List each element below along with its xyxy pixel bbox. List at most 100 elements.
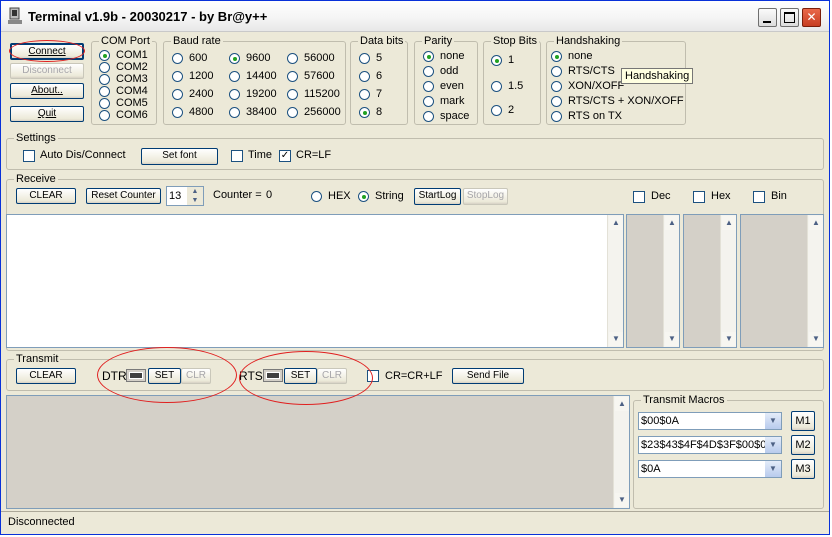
- receive-text-area[interactable]: ▲ ▼: [6, 214, 624, 348]
- hex-scrollbar[interactable]: ▲ ▼: [720, 215, 736, 347]
- auto-disconnect-checkbox[interactable]: [23, 150, 35, 162]
- parity-radio-3[interactable]: [423, 96, 434, 107]
- bin-scrollbar[interactable]: ▲ ▼: [807, 215, 823, 347]
- baud-radio-5[interactable]: [229, 71, 240, 82]
- string-radio[interactable]: [358, 191, 369, 202]
- disconnect-button[interactable]: Disconnect: [10, 63, 84, 79]
- com-radio-3[interactable]: [99, 86, 110, 97]
- baud-radio-11[interactable]: [287, 107, 298, 118]
- rts-set-button[interactable]: SET: [284, 368, 317, 384]
- databits-radio-2[interactable]: [359, 89, 370, 100]
- hex-radio[interactable]: [311, 191, 322, 202]
- transmit-clear-button[interactable]: CLEAR: [16, 368, 76, 384]
- start-log-button[interactable]: StartLog: [414, 188, 461, 205]
- baud-radio-7[interactable]: [229, 107, 240, 118]
- scroll-up-icon[interactable]: ▲: [665, 216, 679, 230]
- dec-scrollbar[interactable]: ▲ ▼: [663, 215, 679, 347]
- terminal-window: Terminal v1.9b - 20030217 - by Br@y++ Co…: [0, 0, 830, 535]
- baud-radio-4[interactable]: [229, 53, 240, 64]
- stopbits-radio-0[interactable]: [491, 55, 502, 66]
- parity-radio-label-1: odd: [440, 65, 459, 77]
- cr-crlf-checkbox[interactable]: [367, 370, 379, 382]
- baud-radio-6[interactable]: [229, 89, 240, 100]
- scroll-down-icon[interactable]: ▼: [722, 332, 736, 346]
- macro-3-button[interactable]: M3: [791, 459, 815, 479]
- title-bar[interactable]: Terminal v1.9b - 20030217 - by Br@y++: [1, 1, 829, 32]
- maximize-button[interactable]: [780, 8, 799, 27]
- baud-radio-10[interactable]: [287, 89, 298, 100]
- scroll-up-icon[interactable]: ▲: [809, 216, 823, 230]
- parity-radio-4[interactable]: [423, 111, 434, 122]
- scroll-up-icon[interactable]: ▲: [609, 216, 623, 230]
- databits-radio-3[interactable]: [359, 107, 370, 118]
- com-radio-4[interactable]: [99, 98, 110, 109]
- handshaking-radio-1[interactable]: [551, 66, 562, 77]
- parity-radio-label-2: even: [440, 80, 464, 92]
- receive-clear-button[interactable]: CLEAR: [16, 188, 76, 204]
- connect-button[interactable]: Connect: [10, 43, 84, 60]
- scroll-up-icon[interactable]: ▲: [615, 397, 629, 411]
- parity-radio-1[interactable]: [423, 66, 434, 77]
- hex-view-pane[interactable]: ▲ ▼: [683, 214, 737, 348]
- rts-clr-button[interactable]: CLR: [317, 368, 347, 384]
- handshaking-radio-0[interactable]: [551, 51, 562, 62]
- com-radio-5[interactable]: [99, 110, 110, 121]
- macro-2-select[interactable]: $23$43$4F$4D$3F$00$0 ▼: [638, 436, 782, 454]
- rts-label: RTS: [239, 369, 263, 383]
- handshaking-radio-4[interactable]: [551, 111, 562, 122]
- transmit-text-area[interactable]: ▲ ▼: [6, 395, 630, 509]
- bin-view-pane[interactable]: ▲ ▼: [740, 214, 824, 348]
- com-radio-2[interactable]: [99, 74, 110, 85]
- scroll-down-icon[interactable]: ▼: [609, 332, 623, 346]
- baud-radio-1[interactable]: [172, 71, 183, 82]
- dropdown-arrow-icon[interactable]: ▼: [765, 461, 781, 477]
- parity-radio-0[interactable]: [423, 51, 434, 62]
- dtr-clr-button[interactable]: CLR: [181, 368, 211, 384]
- dropdown-arrow-icon[interactable]: ▼: [765, 437, 781, 453]
- baud-radio-0[interactable]: [172, 53, 183, 64]
- set-font-button[interactable]: Set font: [141, 148, 218, 165]
- databits-radio-1[interactable]: [359, 71, 370, 82]
- data-bits-legend: Data bits: [358, 35, 406, 47]
- handshaking-radio-3[interactable]: [551, 96, 562, 107]
- macro-2-button[interactable]: M2: [791, 435, 815, 455]
- stopbits-radio-1[interactable]: [491, 81, 502, 92]
- macro-1-button[interactable]: M1: [791, 411, 815, 431]
- dec-checkbox[interactable]: [633, 191, 645, 203]
- parity-radio-2[interactable]: [423, 81, 434, 92]
- receive-scrollbar[interactable]: ▲ ▼: [607, 215, 623, 347]
- baud-radio-9[interactable]: [287, 71, 298, 82]
- macro-1-select[interactable]: $00$0A ▼: [638, 412, 782, 430]
- com-port-legend: COM Port: [99, 35, 152, 47]
- quit-button[interactable]: Quit: [10, 106, 84, 122]
- scroll-up-icon[interactable]: ▲: [722, 216, 736, 230]
- spinner-arrows-icon[interactable]: ▲ ▼: [187, 187, 203, 205]
- stopbits-radio-2[interactable]: [491, 105, 502, 116]
- time-checkbox[interactable]: [231, 150, 243, 162]
- bin-checkbox[interactable]: [753, 191, 765, 203]
- transmit-scrollbar[interactable]: ▲ ▼: [613, 396, 629, 508]
- baud-radio-8[interactable]: [287, 53, 298, 64]
- scroll-down-icon[interactable]: ▼: [665, 332, 679, 346]
- baud-radio-2[interactable]: [172, 89, 183, 100]
- com-radio-1[interactable]: [99, 62, 110, 73]
- stop-log-button[interactable]: StopLog: [463, 188, 508, 205]
- com-radio-0[interactable]: [99, 50, 110, 61]
- dropdown-arrow-icon[interactable]: ▼: [765, 413, 781, 429]
- baud-radio-3[interactable]: [172, 107, 183, 118]
- close-button[interactable]: [802, 8, 821, 27]
- cr-lf-checkbox[interactable]: ✓: [279, 150, 291, 162]
- scroll-down-icon[interactable]: ▼: [615, 493, 629, 507]
- dec-view-pane[interactable]: ▲ ▼: [626, 214, 680, 348]
- minimize-button[interactable]: [758, 8, 777, 27]
- about-button[interactable]: About..: [10, 83, 84, 99]
- hex-checkbox[interactable]: [693, 191, 705, 203]
- macro-3-select[interactable]: $0A ▼: [638, 460, 782, 478]
- handshaking-radio-2[interactable]: [551, 81, 562, 92]
- counter-spinner[interactable]: 13 ▲ ▼: [166, 186, 204, 206]
- send-file-button[interactable]: Send File: [452, 368, 524, 384]
- reset-counter-button[interactable]: Reset Counter: [86, 188, 161, 204]
- databits-radio-0[interactable]: [359, 53, 370, 64]
- dtr-set-button[interactable]: SET: [148, 368, 181, 384]
- scroll-down-icon[interactable]: ▼: [809, 332, 823, 346]
